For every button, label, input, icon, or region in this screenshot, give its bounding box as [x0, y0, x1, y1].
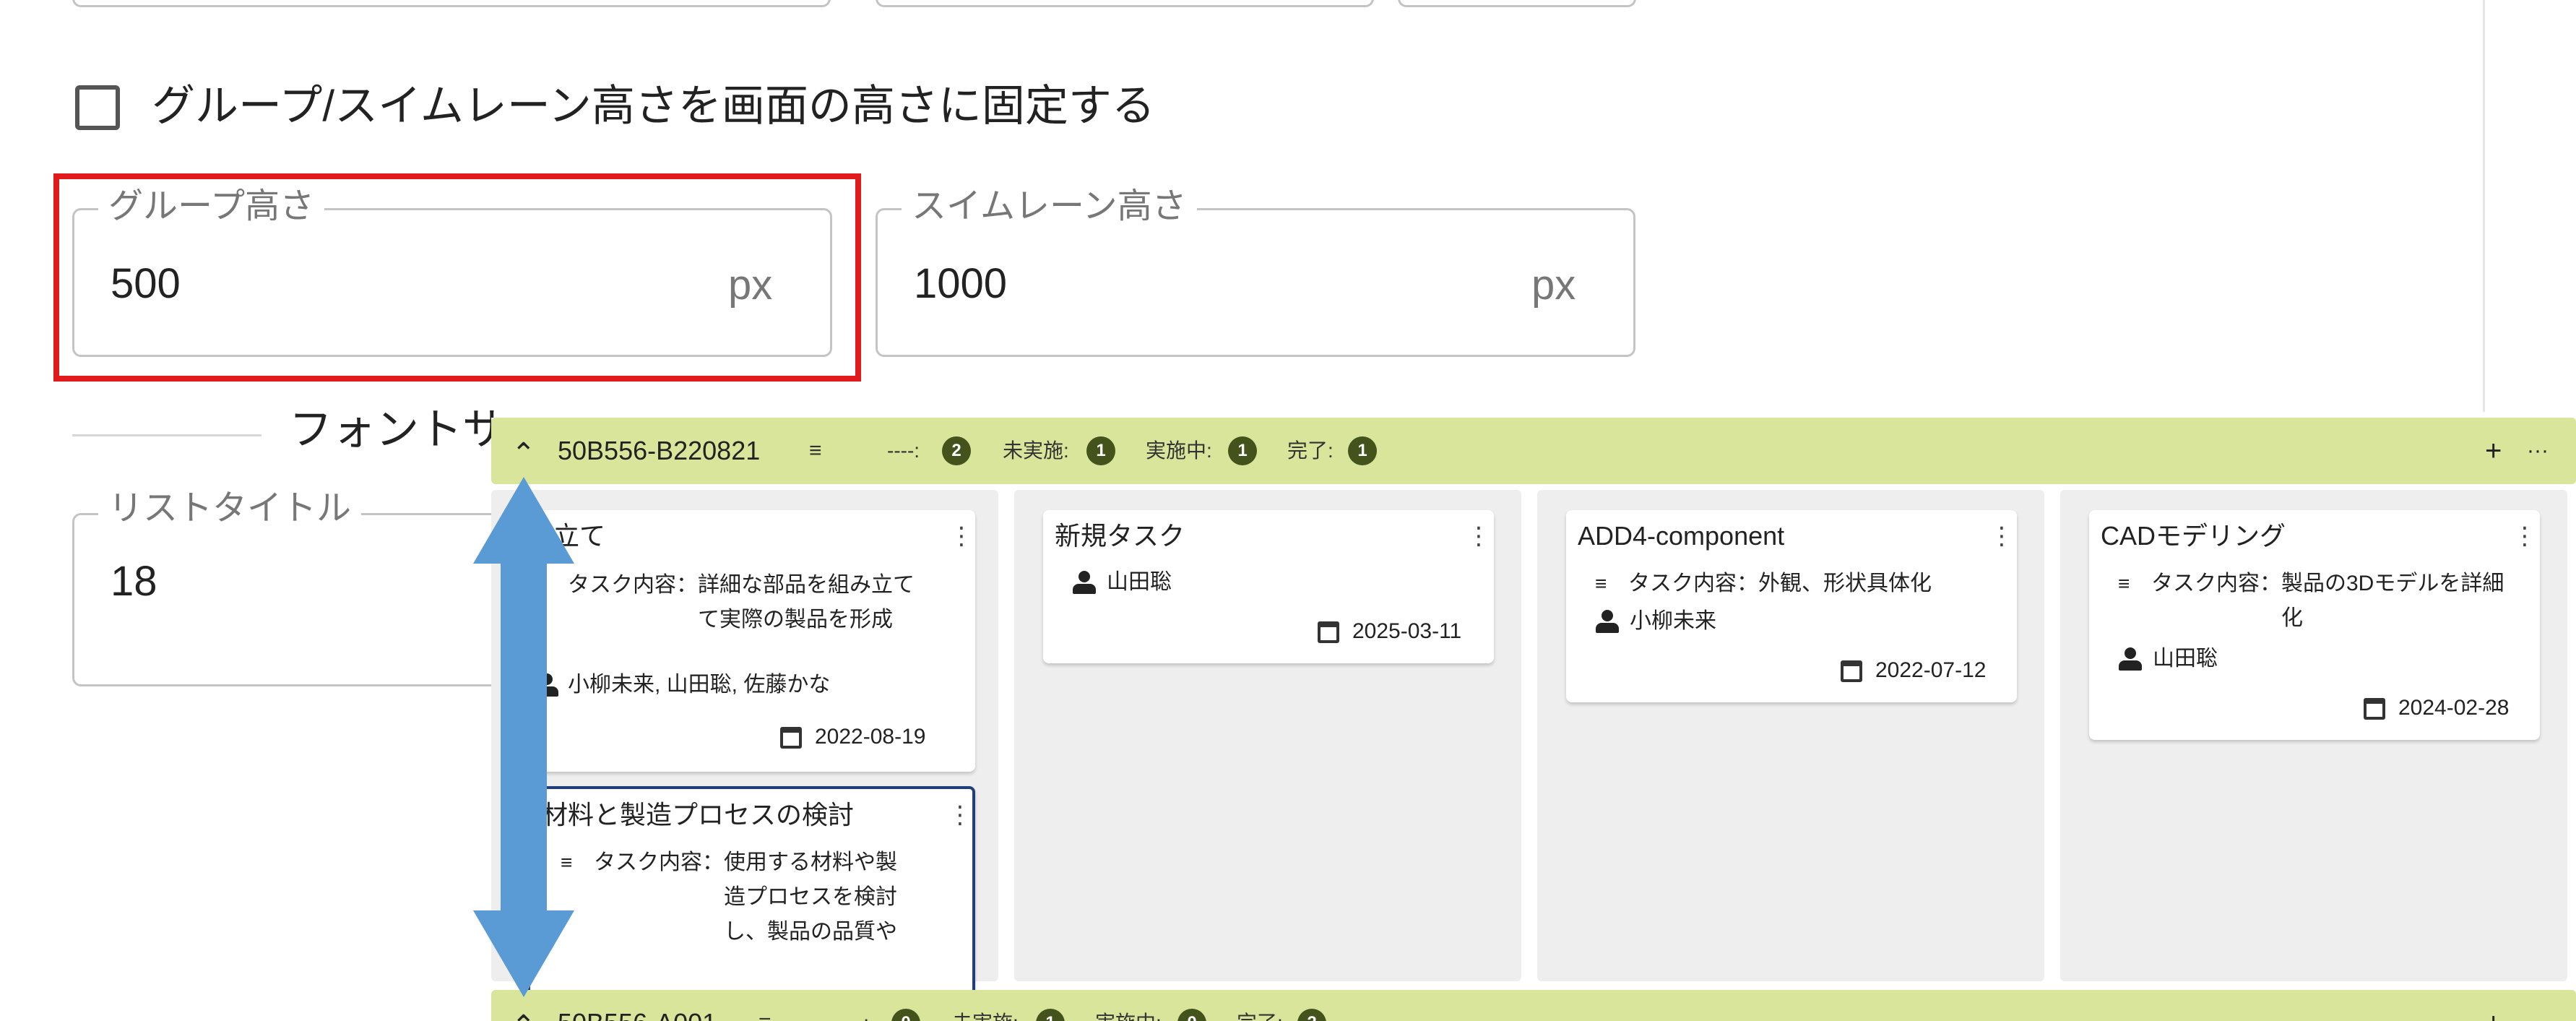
group-height-label: グループ高さ: [98, 186, 325, 227]
calendar-icon: [2364, 698, 2385, 720]
stat-badge: 1: [1348, 436, 1377, 465]
notes-edit-icon: ≡: [1595, 572, 1607, 595]
desc-label: タスク内容：: [1628, 572, 1758, 595]
more-button[interactable]: ···: [2527, 418, 2549, 484]
top-field-1[interactable]: [72, 0, 831, 7]
card-description: 使用する材料や製造プロセスを検討し、製品の品質や性能に影響を与え: [724, 850, 897, 944]
group-bar[interactable]: ⌃ 50B556-B220821 ≡ ----: 2 未実施: 1 実施中: 1…: [491, 418, 2576, 484]
stat-label: 完了:: [1287, 439, 1334, 462]
group-title: 50B556-B220821: [558, 436, 761, 465]
person-icon: [2118, 647, 2143, 672]
notes-edit-icon: ≡: [758, 990, 771, 1021]
stat-badge: 1: [1228, 436, 1257, 465]
stat-label: 未実施:: [1003, 439, 1069, 462]
group-height-value[interactable]: 500: [111, 262, 181, 306]
card-description: 外観、形状具体化: [1758, 572, 1932, 595]
task-card[interactable]: CADモデリング ⋮ ≡ タスク内容： 製品の3Dモデルを詳細化 山田聡 202…: [2089, 510, 2540, 740]
stat-badge: 2: [942, 436, 971, 465]
section-divider: [72, 434, 262, 436]
card-title: CADモデリング: [2101, 521, 2286, 551]
fix-height-checkbox-label: グループ/スイムレーン高さを画面の高さに固定する: [152, 82, 1155, 130]
stat-label: 実施中:: [1095, 990, 1162, 1021]
calendar-icon: [780, 727, 802, 749]
notes-edit-icon: ≡: [809, 439, 822, 462]
stat-label: 未実施:: [952, 990, 1019, 1021]
stat-label: 完了:: [1237, 990, 1283, 1021]
desc-label: タスク内容：: [2151, 572, 2281, 595]
card-description: 製品の3Dモデルを詳細化: [2281, 572, 2504, 630]
card-date: 2022-08-19: [815, 725, 926, 749]
card-assignees: 山田聡: [1107, 570, 1172, 594]
add-button[interactable]: +: [2485, 990, 2502, 1021]
card-title: 新規タスク: [1055, 521, 1185, 551]
more-vert-icon[interactable]: ⋮: [949, 522, 974, 551]
more-vert-icon[interactable]: ⋮: [2512, 522, 2537, 551]
group-bar[interactable]: ⌃ 50B556-A001 ≡ ----: 0 未実施: 1 実施中: 0 完了…: [491, 990, 2576, 1021]
card-date: 2022-07-12: [1875, 658, 1987, 682]
stat-badge: 0: [1177, 1009, 1206, 1021]
group-title: 50B556-A001: [558, 990, 717, 1021]
card-assignees: 小柳未来: [1630, 609, 1716, 633]
task-card[interactable]: 新規タスク ⋮ 山田聡 2025-03-11: [1043, 510, 1494, 663]
task-card[interactable]: み立て ⋮ ≡ タスク内容： 詳細な部品を組み立てて実際の製品を形成 小柳未来,…: [527, 510, 975, 772]
swimlane-height-unit: px: [1531, 262, 1576, 309]
desc-label: タスク内容：: [594, 850, 724, 874]
kanban-board: ⌃ 50B556-B220821 ≡ ----: 2 未実施: 1 実施中: 1…: [491, 418, 2576, 1021]
person-icon: [1595, 610, 1620, 634]
top-field-2[interactable]: [876, 0, 1374, 7]
list-title-label: リストタイトル: [98, 488, 362, 529]
stat-badge: 0: [891, 1009, 920, 1021]
card-description: 詳細な部品を組み立てて実際の製品を形成: [698, 573, 915, 632]
card-date: 2024-02-28: [2398, 696, 2510, 720]
card-title: 材料と製造プロセスの検討: [542, 800, 855, 830]
desc-label: タスク内容：: [568, 573, 698, 597]
kanban-column: CADモデリング ⋮ ≡ タスク内容： 製品の3Dモデルを詳細化 山田聡 202…: [2060, 490, 2567, 981]
height-arrow-annotation: [473, 477, 574, 997]
more-vert-icon[interactable]: ⋮: [948, 801, 972, 830]
card-title: ADD4-component: [1578, 521, 1785, 551]
more-vert-icon[interactable]: ⋮: [1989, 522, 2014, 551]
font-section-title: フォントサ: [289, 405, 506, 454]
calendar-icon: [1841, 660, 1862, 682]
fix-height-checkbox[interactable]: [75, 85, 120, 130]
add-button[interactable]: +: [2485, 418, 2502, 484]
task-card[interactable]: ADD4-component ⋮ ≡ タスク内容： 外観、形状具体化 小柳未来 …: [1566, 510, 2017, 702]
card-assignees: 山田聡: [2153, 647, 2218, 671]
group-height-field[interactable]: 500 px: [72, 208, 832, 357]
stat-badge: 1: [1036, 1009, 1065, 1021]
more-button[interactable]: ···: [2527, 990, 2549, 1021]
list-title-value[interactable]: 18: [111, 560, 157, 603]
notes-edit-icon: ≡: [2118, 572, 2130, 595]
stat-badge: 1: [1086, 436, 1115, 465]
task-card-selected[interactable]: 材料と製造プロセスの検討 ⋮ ≡ タスク内容： 使用する材料や製造プロセスを検討…: [527, 786, 975, 1017]
person-icon: [1072, 571, 1097, 595]
top-field-3[interactable]: [1398, 0, 1636, 7]
stat-label: 実施中:: [1146, 439, 1212, 462]
stat-label: ----:: [887, 439, 920, 462]
card-date: 2025-03-11: [1352, 619, 1462, 643]
swimlane-height-value[interactable]: 1000: [914, 262, 1007, 306]
swimlane-height-field[interactable]: 1000 px: [876, 208, 1635, 357]
group-height-unit: px: [728, 262, 773, 309]
stat-badge: 2: [1297, 1009, 1326, 1021]
more-vert-icon[interactable]: ⋮: [1466, 522, 1491, 551]
panel-right-border: [2483, 0, 2485, 412]
swimlane-height-label: スイムレーン高さ: [902, 186, 1197, 227]
kanban-column: 新規タスク ⋮ 山田聡 2025-03-11: [1014, 490, 1521, 981]
calendar-icon: [1318, 621, 1339, 643]
stat-label: ----:: [837, 990, 869, 1021]
card-assignees: 小柳未来, 山田聡, 佐藤かな: [568, 673, 831, 697]
kanban-column: ADD4-component ⋮ ≡ タスク内容： 外観、形状具体化 小柳未来 …: [1537, 490, 2044, 981]
